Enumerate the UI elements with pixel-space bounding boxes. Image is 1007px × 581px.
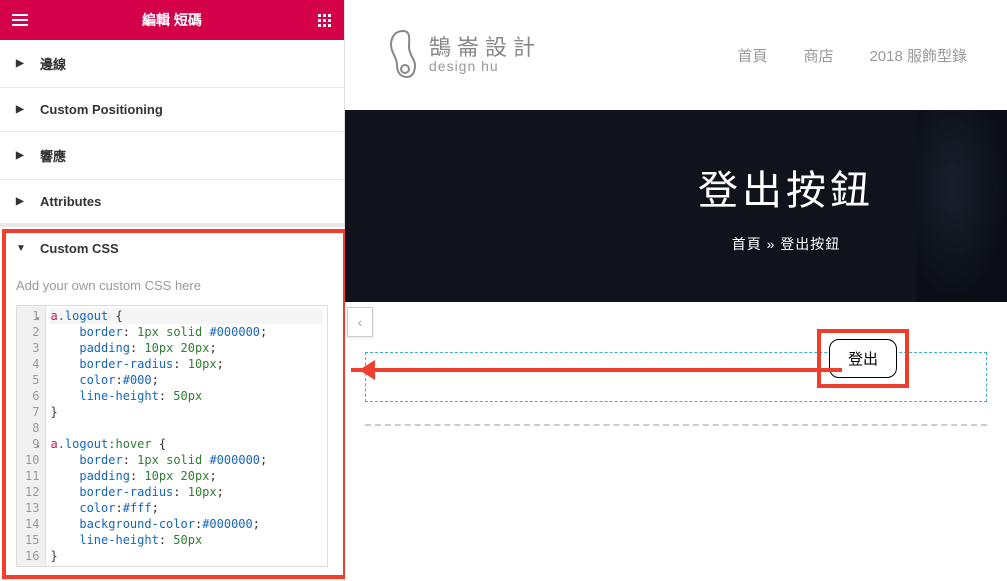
section-responsive[interactable]: ▶ 響應 (0, 132, 344, 180)
caret-right-icon: ▶ (16, 58, 30, 69)
css-hint: Add your own custom CSS here (16, 270, 328, 305)
code-gutter: 1▾23456789▾10111213141516 (17, 306, 46, 566)
nav-catalog[interactable]: 2018 服飾型錄 (869, 45, 967, 66)
caret-right-icon: ▶ (16, 104, 30, 115)
hero-banner: 登出按鈕 首頁 » 登出按鈕 (345, 110, 1007, 302)
breadcrumb-current: 登出按鈕 (780, 236, 840, 252)
panel-header: 編輯 短碼 (0, 0, 344, 40)
logout-button[interactable]: 登出 (829, 339, 897, 378)
nav-home[interactable]: 首頁 (737, 45, 767, 66)
annotation-arrow (351, 368, 842, 372)
section-label: Attributes (40, 194, 101, 209)
section-label: Custom Positioning (40, 102, 163, 117)
logout-widget-highlight: 登出 (817, 329, 909, 388)
section-label: 響應 (40, 146, 66, 165)
editor-panel: 編輯 短碼 ▶ 邊線 ▶ Custom Positioning ▶ 響應 ▶ Attri… (0, 0, 345, 581)
hamburger-icon[interactable] (0, 0, 40, 40)
nav-shop[interactable]: 商店 (803, 45, 833, 66)
caret-right-icon: ▶ (16, 150, 30, 161)
code-lines[interactable]: a.logout { border: 1px solid #000000; pa… (46, 306, 327, 566)
logo-text-en: design hu (429, 59, 541, 73)
breadcrumb: 首頁 » 登出按鈕 (732, 234, 841, 254)
logo-mark-icon (385, 29, 421, 81)
custom-css-content: Add your own custom CSS here 1▾23456789▾… (0, 270, 344, 579)
site-header: 鵠崙設計 design hu 首頁 商店 2018 服飾型錄 (345, 0, 1007, 110)
section-label: Custom CSS (40, 241, 119, 256)
primary-nav: 首頁 商店 2018 服飾型錄 (737, 45, 967, 66)
empty-row-placeholder[interactable] (365, 424, 987, 426)
apps-grid-icon[interactable] (304, 0, 344, 40)
caret-right-icon: ▶ (16, 196, 30, 207)
panel-title: 編輯 短碼 (40, 10, 304, 30)
section-custom-positioning[interactable]: ▶ Custom Positioning (0, 88, 344, 132)
page-title: 登出按鈕 (698, 158, 874, 216)
section-label: 邊線 (40, 54, 66, 73)
site-logo[interactable]: 鵠崙設計 design hu (385, 29, 541, 81)
preview-pane: 鵠崙設計 design hu 首頁 商店 2018 服飾型錄 登出按鈕 首頁 »… (345, 0, 1007, 581)
panel-body: ▶邊線 ▶Custom Positioning ▶響應 ▶Attributes … (0, 40, 344, 581)
section-custom-css[interactable]: ▼ Custom CSS Add your own custom CSS here… (0, 224, 344, 580)
builder-canvas: ‹ 登出 (345, 302, 1007, 426)
caret-down-icon: ▼ (16, 243, 30, 254)
logo-text-zh: 鵠崙設計 (429, 37, 541, 59)
css-code-editor[interactable]: 1▾23456789▾10111213141516 a.logout { bor… (16, 305, 328, 567)
hero-background-figure (917, 110, 1007, 302)
section-attributes[interactable]: ▶ Attributes (0, 180, 344, 224)
section-border[interactable]: ▶ 邊線 (0, 40, 344, 88)
breadcrumb-sep: » (762, 236, 781, 252)
breadcrumb-home[interactable]: 首頁 (732, 236, 762, 252)
collapse-panel-handle[interactable]: ‹ (347, 307, 373, 337)
